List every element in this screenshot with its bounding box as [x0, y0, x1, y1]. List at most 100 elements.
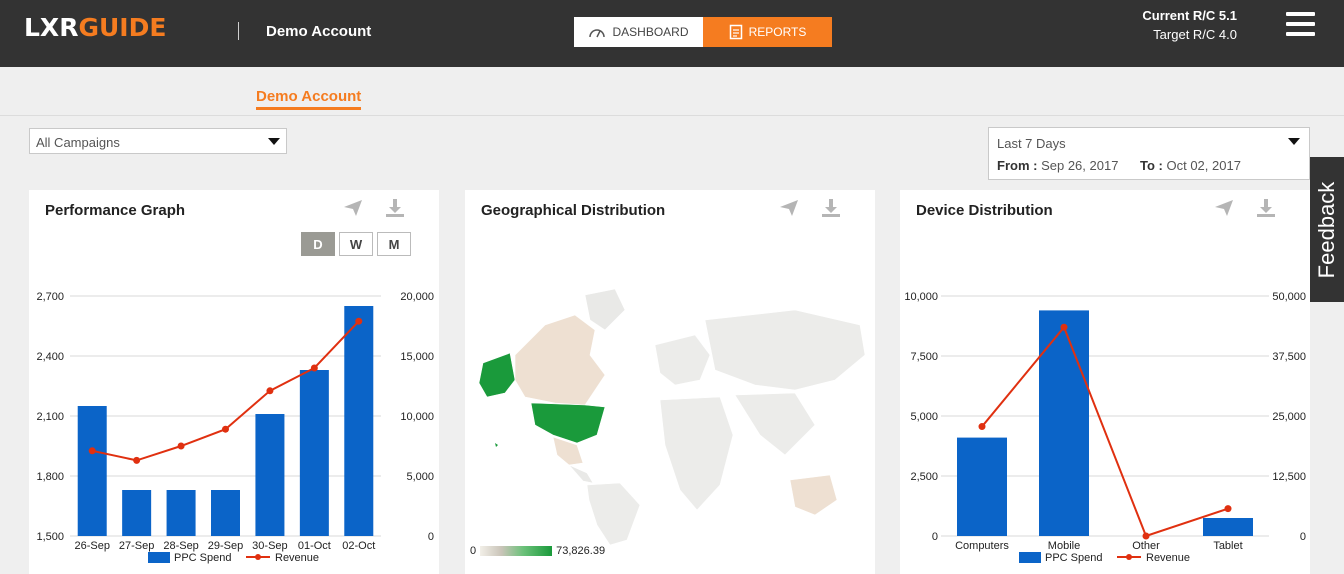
download-icon[interactable] — [820, 197, 842, 219]
y-left-tick-label: 2,400 — [36, 351, 64, 363]
send-icon[interactable] — [778, 197, 800, 219]
map-region-hawaii — [495, 443, 498, 447]
tab-reports-label: REPORTS — [748, 25, 807, 39]
world-map[interactable] — [465, 285, 875, 545]
point-revenue[interactable] — [1060, 323, 1068, 331]
feedback-tab[interactable]: Feedback — [1310, 157, 1344, 302]
point-revenue[interactable] — [177, 442, 185, 450]
y-right-tick-label: 20,000 — [400, 291, 434, 303]
point-revenue[interactable] — [88, 447, 96, 455]
legend-label-ppc-spend: PPC Spend — [174, 552, 231, 564]
legend-swatch-ppc-spend — [148, 552, 170, 563]
date-range-select[interactable]: Last 7 Days From : Sep 26, 2017 To : Oct… — [988, 127, 1310, 180]
y-right-tick-label: 15,000 — [400, 351, 434, 363]
subnav-tab-demo-account[interactable]: Demo Account — [256, 88, 362, 110]
chevron-down-icon — [1288, 138, 1300, 145]
rc-info: Current R/C 5.1 Target R/C 4.0 — [1142, 6, 1237, 44]
from-value: Sep 26, 2017 — [1041, 158, 1119, 173]
x-category-label: 01-Oct — [298, 540, 331, 552]
campaign-select-value: All Campaigns — [36, 135, 120, 150]
geographical-distribution-card: Geographical Distribution 0 73,826.39 — [465, 190, 875, 574]
map-region-russia-asia — [704, 309, 866, 391]
legend-label-ppc-spend: PPC Spend — [1045, 552, 1102, 564]
y-right-tick-label: 50,000 — [1272, 291, 1306, 303]
y-left-tick-label: 1,500 — [36, 531, 64, 543]
device-chart: 0 0 2,500 12,500 5,000 25,000 7,500 37,500 10,00… — [904, 291, 1306, 564]
logo[interactable]: LXRGUIDE — [24, 13, 166, 42]
to-value: Oct 02, 2017 — [1166, 158, 1241, 173]
bar-ppc-spend[interactable] — [1039, 310, 1089, 536]
point-revenue[interactable] — [133, 456, 141, 464]
campaign-select[interactable]: All Campaigns — [29, 128, 287, 154]
map-region-australia — [789, 474, 838, 516]
x-category-label: Mobile — [1048, 540, 1080, 552]
geo-legend-gradient — [480, 546, 553, 556]
top-bar: LXRGUIDE Demo Account DASHBOARD REPORTS … — [0, 0, 1344, 67]
tab-dashboard[interactable]: DASHBOARD — [574, 17, 703, 47]
hamburger-menu-icon[interactable] — [1286, 12, 1315, 38]
x-category-label: 27-Sep — [119, 540, 154, 552]
y-left-tick-label: 1,800 — [36, 471, 64, 483]
bar-ppc-spend[interactable] — [122, 490, 152, 536]
bar-ppc-spend[interactable] — [211, 490, 240, 536]
device-distribution-card: Device Distribution 0 0 2,500 12,500 5,000 25… — [900, 190, 1310, 574]
point-revenue[interactable] — [978, 423, 986, 431]
x-category-label: Other — [1132, 540, 1160, 552]
speedometer-icon — [589, 29, 606, 38]
map-region-central-america — [568, 464, 594, 484]
x-category-label: 29-Sep — [208, 540, 243, 552]
bar-ppc-spend[interactable] — [77, 406, 107, 536]
divider — [238, 22, 239, 40]
bar-ppc-spend[interactable] — [957, 437, 1007, 536]
point-revenue[interactable] — [310, 364, 318, 372]
y-right-tick-label: 37,500 — [1272, 351, 1306, 363]
line-revenue — [981, 325, 1229, 538]
y-left-tick-label: 2,500 — [910, 471, 938, 483]
bar-ppc-spend[interactable] — [255, 414, 285, 536]
tab-reports[interactable]: REPORTS — [703, 17, 832, 47]
bar-ppc-spend[interactable] — [344, 306, 374, 536]
from-date: From : Sep 26, 2017 — [997, 158, 1118, 173]
y-right-tick-label: 5,000 — [406, 471, 434, 483]
map-region-usa — [530, 402, 606, 444]
account-name: Demo Account — [266, 23, 372, 40]
point-revenue[interactable] — [355, 317, 363, 325]
map-region-canada — [514, 314, 606, 406]
map-region-south-america — [586, 482, 641, 545]
x-category-label: Tablet — [1213, 540, 1242, 552]
logo-part2: GUIDE — [78, 13, 167, 42]
performance-graph-card: Performance Graph D W M 1,500 0 1,800 5,000… — [29, 190, 439, 574]
logo-part1: LXR — [24, 13, 79, 42]
point-revenue[interactable] — [266, 387, 274, 395]
point-revenue[interactable] — [1142, 532, 1150, 540]
performance-chart: 1,500 0 1,800 5,000 2,100 10,000 2,400 15,000 2,… — [36, 291, 434, 564]
point-revenue[interactable] — [1224, 505, 1232, 513]
legend-label-revenue: Revenue — [275, 552, 319, 564]
x-category-label: 28-Sep — [163, 540, 198, 552]
chevron-down-icon — [268, 138, 280, 145]
x-category-label: 26-Sep — [74, 540, 109, 552]
subnav-divider — [0, 115, 1344, 116]
y-left-tick-label: 2,700 — [36, 291, 64, 303]
legend-swatch-revenue-dot — [255, 554, 261, 560]
map-region-europe — [654, 334, 711, 386]
to-label: To : — [1140, 158, 1163, 173]
y-right-tick-label: 12,500 — [1272, 471, 1306, 483]
geo-legend: 0 73,826.39 — [470, 545, 605, 557]
bar-ppc-spend[interactable] — [1203, 518, 1253, 536]
map-region-africa — [659, 396, 734, 511]
map-region-south-asia — [734, 392, 816, 456]
y-left-tick-label: 10,000 — [904, 291, 938, 303]
point-revenue[interactable] — [222, 425, 229, 433]
map-region-alaska — [478, 352, 516, 398]
y-right-tick-label: 0 — [1300, 531, 1306, 543]
x-category-label: 30-Sep — [252, 540, 287, 552]
report-icon — [729, 24, 742, 40]
legend-label-revenue: Revenue — [1146, 552, 1190, 564]
bar-ppc-spend[interactable] — [299, 370, 329, 536]
map-region-greenland — [584, 288, 626, 331]
card-title: Geographical Distribution — [481, 202, 666, 219]
geo-legend-min: 0 — [470, 545, 477, 557]
date-range-value: Last 7 Days — [997, 136, 1066, 151]
bar-ppc-spend[interactable] — [166, 490, 196, 536]
